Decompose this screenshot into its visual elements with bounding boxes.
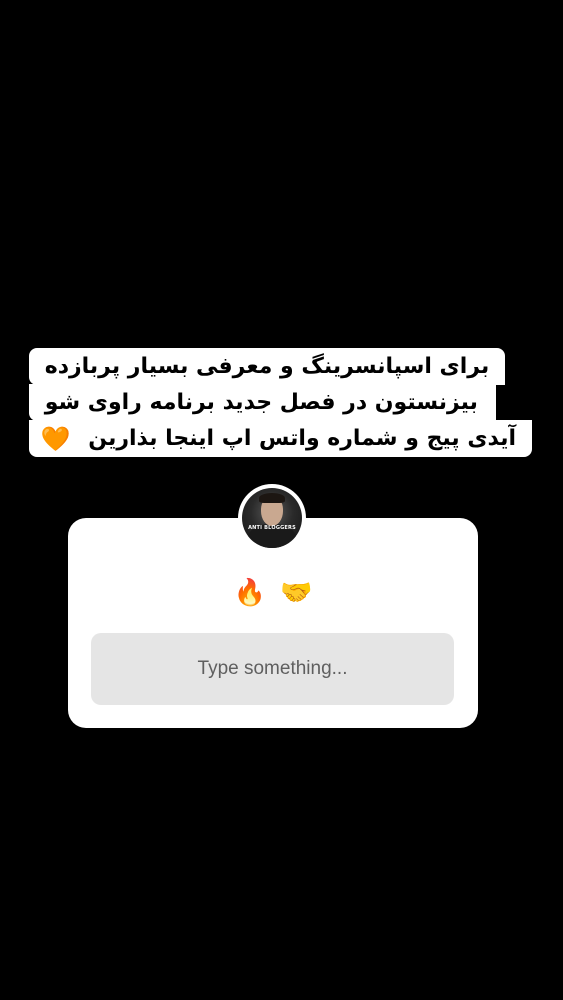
answer-input[interactable]: Type something... bbox=[91, 633, 454, 705]
story-caption: برای اسپانسرینگ و معرفی بسیار پربازده بی… bbox=[28, 348, 532, 457]
avatar-logo-text: ANTI BLOGGERS bbox=[248, 525, 296, 531]
handshake-icon: 🤝 bbox=[280, 578, 313, 608]
fire-icon: 🔥 bbox=[233, 578, 266, 608]
sticker-emoji-row: 🔥 🤝 bbox=[68, 576, 478, 610]
caption-line-2: بیزنستون در فصل جدید برنامه راوی شو bbox=[28, 384, 496, 421]
caption-line-1: برای اسپانسرینگ و معرفی بسیار پربازده bbox=[28, 348, 506, 385]
caption-line-3-text: آیدی پیج و شماره واتس اپ اینجا بذارین bbox=[88, 426, 516, 451]
story-canvas: برای اسپانسرینگ و معرفی بسیار پربازده بی… bbox=[0, 0, 563, 1000]
avatar-hair-shape bbox=[259, 493, 285, 503]
avatar-image: ANTI BLOGGERS bbox=[242, 488, 302, 548]
orange-heart-icon: 🧡 bbox=[40, 424, 71, 453]
caption-line-3: آیدی پیج و شماره واتس اپ اینجا بذارین 🧡 bbox=[28, 420, 532, 457]
profile-avatar: ANTI BLOGGERS bbox=[238, 484, 306, 552]
